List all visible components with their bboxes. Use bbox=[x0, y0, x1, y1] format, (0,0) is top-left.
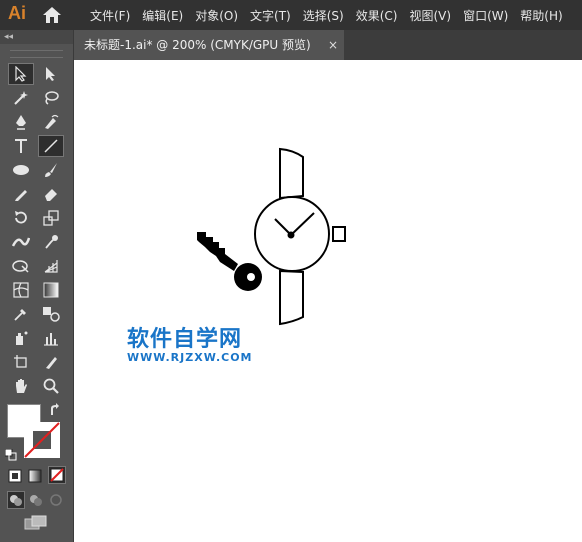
symbol-sprayer-tool-icon[interactable] bbox=[8, 327, 34, 349]
gradient-mode-icon[interactable] bbox=[27, 468, 43, 484]
default-colors-icon[interactable] bbox=[4, 446, 17, 465]
stroke-swatch[interactable] bbox=[24, 422, 60, 458]
draw-normal-icon[interactable] bbox=[7, 491, 25, 509]
artwork bbox=[197, 147, 346, 326]
ellipse-tool-icon[interactable] bbox=[8, 159, 34, 181]
draw-behind-icon[interactable] bbox=[28, 492, 44, 508]
watermark-url: WWW.RJZXW.COM bbox=[127, 351, 253, 364]
key-artwork bbox=[197, 232, 262, 291]
slice-tool-icon[interactable] bbox=[38, 351, 64, 373]
main-menu: 文件(F) 编辑(E) 对象(O) 文字(T) 选择(S) 效果(C) 视图(V… bbox=[84, 7, 569, 24]
pencil-tool-icon[interactable] bbox=[8, 183, 34, 205]
screen-mode-icon[interactable] bbox=[24, 514, 48, 532]
width-tool-icon[interactable] bbox=[8, 231, 34, 253]
color-mode-icon[interactable] bbox=[7, 468, 23, 484]
curvature-tool-icon[interactable] bbox=[38, 111, 64, 133]
draw-inside-icon[interactable] bbox=[48, 492, 64, 508]
direct-selection-tool-icon[interactable] bbox=[38, 63, 64, 85]
artboard[interactable]: 软件自学网 WWW.RJZXW.COM bbox=[74, 60, 582, 542]
line-segment-tool-icon[interactable] bbox=[38, 135, 64, 157]
menu-select[interactable]: 选择(S) bbox=[297, 7, 350, 24]
panel-collapse-icon[interactable]: ◂◂ bbox=[0, 30, 73, 44]
menu-effect[interactable]: 效果(C) bbox=[350, 7, 404, 24]
artboard-tool-icon[interactable] bbox=[8, 351, 34, 373]
menu-bar: Ai 文件(F) 编辑(E) 对象(O) 文字(T) 选择(S) 效果(C) 视… bbox=[0, 0, 582, 30]
hand-tool-icon[interactable] bbox=[8, 375, 34, 397]
swap-colors-icon[interactable] bbox=[49, 402, 63, 421]
menu-object[interactable]: 对象(O) bbox=[189, 7, 244, 24]
watermark-title: 软件自学网 bbox=[127, 327, 243, 352]
menu-type[interactable]: 文字(T) bbox=[244, 7, 297, 24]
menu-window[interactable]: 窗口(W) bbox=[457, 7, 514, 24]
watch-artwork bbox=[254, 147, 346, 326]
document-tab[interactable]: 未标题-1.ai* @ 200% (CMYK/GPU 预览) × bbox=[74, 30, 344, 60]
mesh-tool-icon[interactable] bbox=[8, 279, 34, 301]
perspective-grid-tool-icon[interactable] bbox=[38, 255, 64, 277]
app-logo: Ai bbox=[8, 3, 26, 23]
type-tool-icon[interactable] bbox=[8, 135, 34, 157]
document-tab-title: 未标题-1.ai* @ 200% (CMYK/GPU 预览) bbox=[84, 38, 311, 52]
column-graph-tool-icon[interactable] bbox=[38, 327, 64, 349]
shape-builder-tool-icon[interactable] bbox=[8, 255, 34, 277]
blend-tool-icon[interactable] bbox=[38, 303, 64, 325]
rotate-tool-icon[interactable] bbox=[8, 207, 34, 229]
gradient-tool-icon[interactable] bbox=[38, 279, 64, 301]
panel-grip[interactable] bbox=[10, 50, 63, 58]
pen-tool-icon[interactable] bbox=[8, 111, 34, 133]
menu-file[interactable]: 文件(F) bbox=[84, 7, 136, 24]
eyedropper-tool-icon[interactable] bbox=[8, 303, 34, 325]
document-tab-strip: 未标题-1.ai* @ 200% (CMYK/GPU 预览) × bbox=[74, 30, 582, 60]
selection-tool-icon[interactable] bbox=[8, 63, 34, 85]
menu-help[interactable]: 帮助(H) bbox=[514, 7, 568, 24]
menu-edit[interactable]: 编辑(E) bbox=[136, 7, 189, 24]
lasso-tool-icon[interactable] bbox=[38, 87, 64, 109]
puppet-warp-tool-icon[interactable] bbox=[38, 231, 64, 253]
close-icon[interactable]: × bbox=[328, 30, 338, 60]
eraser-tool-icon[interactable] bbox=[38, 183, 64, 205]
magic-wand-tool-icon[interactable] bbox=[8, 87, 34, 109]
scale-tool-icon[interactable] bbox=[38, 207, 64, 229]
paintbrush-tool-icon[interactable] bbox=[38, 159, 64, 181]
zoom-tool-icon[interactable] bbox=[38, 375, 64, 397]
menu-view[interactable]: 视图(V) bbox=[403, 7, 457, 24]
tools-panel: ◂◂ bbox=[0, 30, 74, 542]
home-icon[interactable] bbox=[40, 5, 64, 25]
none-mode-icon[interactable] bbox=[48, 466, 66, 484]
